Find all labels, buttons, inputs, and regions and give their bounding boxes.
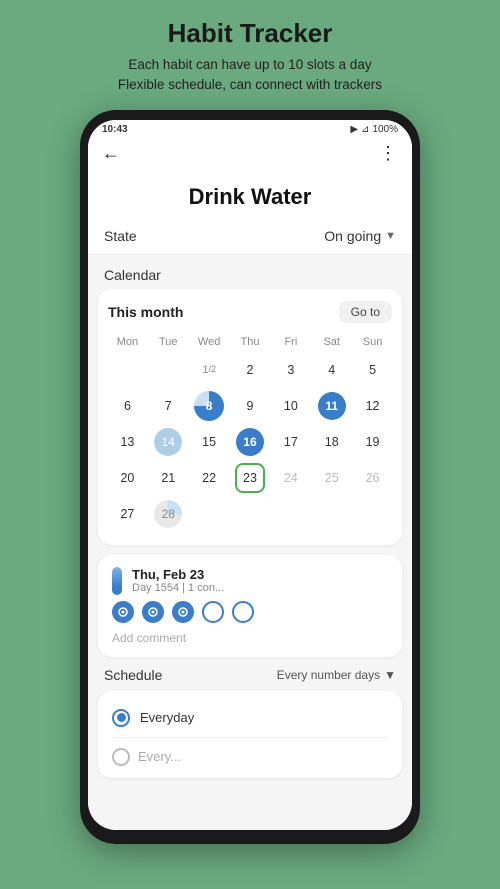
option-everyday-label: Everyday bbox=[140, 710, 194, 725]
dow-tue: Tue bbox=[149, 333, 188, 351]
cal-empty-1 bbox=[108, 353, 147, 387]
cal-day-22[interactable]: 22 bbox=[190, 461, 229, 495]
day-date: Thu, Feb 23 bbox=[132, 567, 388, 582]
schedule-option-every2[interactable]: Every... bbox=[112, 744, 388, 770]
cal-day-1-2[interactable]: 1/2 bbox=[190, 353, 229, 387]
schedule-dropdown-arrow-icon: ▼ bbox=[384, 668, 396, 682]
cal-day-11[interactable]: 11 bbox=[312, 389, 351, 423]
day-detail-card: Thu, Feb 23 Day 1554 | 1 con... bbox=[98, 555, 402, 657]
slot-row bbox=[112, 601, 388, 623]
wifi-icon: ⊿ bbox=[361, 124, 369, 135]
radio-every2 bbox=[112, 748, 130, 766]
dow-mon: Mon bbox=[108, 333, 147, 351]
cal-day-25[interactable]: 25 bbox=[312, 461, 351, 495]
cal-day-7[interactable]: 7 bbox=[149, 389, 188, 423]
cal-day-27[interactable]: 27 bbox=[108, 497, 147, 531]
cal-day-18[interactable]: 18 bbox=[312, 425, 351, 459]
calendar-section-label: Calendar bbox=[88, 255, 412, 289]
battery-label: 100% bbox=[372, 124, 398, 135]
cal-day-15[interactable]: 15 bbox=[190, 425, 229, 459]
status-time: 10:43 bbox=[102, 124, 128, 135]
calendar-card: This month Go to Mon Tue Wed Thu Fri Sat… bbox=[98, 289, 402, 545]
phone-wrap: 10:43 ▶ ⊿ 100% ← ⋮ Drink Water State On … bbox=[80, 110, 420, 844]
goto-button[interactable]: Go to bbox=[339, 301, 392, 323]
cal-day-28[interactable]: 28 bbox=[149, 497, 188, 531]
cal-day-20[interactable]: 20 bbox=[108, 461, 147, 495]
cal-day-13[interactable]: 13 bbox=[108, 425, 147, 459]
option-every2-label: Every... bbox=[138, 749, 181, 764]
dow-sun: Sun bbox=[353, 333, 392, 351]
dow-thu: Thu bbox=[231, 333, 270, 351]
cal-day-9[interactable]: 9 bbox=[231, 389, 270, 423]
day-detail-header: Thu, Feb 23 Day 1554 | 1 con... bbox=[112, 567, 388, 595]
schedule-dropdown[interactable]: Every number days ▼ bbox=[277, 668, 396, 682]
status-bar: 10:43 ▶ ⊿ 100% bbox=[88, 120, 412, 137]
slot-5[interactable] bbox=[232, 601, 254, 623]
cal-day-4[interactable]: 4 bbox=[312, 353, 351, 387]
app-header: Habit Tracker Each habit can have up to … bbox=[88, 0, 412, 110]
cal-day-12[interactable]: 12 bbox=[353, 389, 392, 423]
screen-content: Drink Water State On going ▼ Calendar Th… bbox=[88, 170, 412, 830]
day-sub: Day 1554 | 1 con... bbox=[132, 582, 388, 594]
radio-everyday bbox=[112, 709, 130, 727]
slot-3[interactable] bbox=[172, 601, 194, 623]
habit-title: Drink Water bbox=[88, 170, 412, 220]
calendar-month: This month bbox=[108, 304, 183, 320]
schedule-option-everyday[interactable]: Everyday bbox=[112, 705, 388, 731]
schedule-row: Schedule Every number days ▼ bbox=[98, 667, 402, 683]
schedule-card: Everyday Every... bbox=[98, 691, 402, 778]
thermometer-icon bbox=[112, 567, 122, 595]
cal-day-21[interactable]: 21 bbox=[149, 461, 188, 495]
cal-day-6[interactable]: 6 bbox=[108, 389, 147, 423]
phone-inner: 10:43 ▶ ⊿ 100% ← ⋮ Drink Water State On … bbox=[88, 120, 412, 830]
add-comment[interactable]: Add comment bbox=[112, 631, 388, 645]
calendar-grid: Mon Tue Wed Thu Fri Sat Sun 1/2 2 3 4 5 bbox=[108, 333, 392, 531]
cal-day-24[interactable]: 24 bbox=[271, 461, 310, 495]
dow-sat: Sat bbox=[312, 333, 351, 351]
cal-empty-5 bbox=[271, 497, 310, 531]
state-dropdown[interactable]: On going ▼ bbox=[324, 228, 396, 244]
cal-day-26[interactable]: 26 bbox=[353, 461, 392, 495]
status-right: ▶ ⊿ 100% bbox=[350, 124, 398, 135]
cal-day-2[interactable]: 2 bbox=[231, 353, 270, 387]
app-title: Habit Tracker bbox=[118, 18, 382, 49]
cal-empty-3 bbox=[190, 497, 229, 531]
schedule-dropdown-value: Every number days bbox=[277, 668, 380, 682]
back-button[interactable]: ← bbox=[102, 143, 120, 164]
cal-empty-2 bbox=[149, 353, 188, 387]
cal-day-17[interactable]: 17 bbox=[271, 425, 310, 459]
radio-inner-everyday bbox=[117, 713, 126, 722]
app-subtitle: Each habit can have up to 10 slots a day… bbox=[118, 55, 382, 96]
slot-2[interactable] bbox=[142, 601, 164, 623]
schedule-divider bbox=[112, 737, 388, 738]
cal-empty-6 bbox=[312, 497, 351, 531]
schedule-section: Schedule Every number days ▼ Everyday bbox=[88, 667, 412, 778]
state-label: State bbox=[104, 228, 137, 244]
state-row: State On going ▼ bbox=[88, 220, 412, 255]
schedule-label: Schedule bbox=[104, 667, 162, 683]
cal-day-23-today[interactable]: 23 bbox=[235, 463, 265, 493]
cal-day-3[interactable]: 3 bbox=[271, 353, 310, 387]
cal-day-19[interactable]: 19 bbox=[353, 425, 392, 459]
cal-day-8[interactable]: 8 bbox=[190, 389, 229, 423]
dow-wed: Wed bbox=[190, 333, 229, 351]
cal-day-14[interactable]: 14 bbox=[149, 425, 188, 459]
cal-empty-4 bbox=[231, 497, 270, 531]
cal-day-10[interactable]: 10 bbox=[271, 389, 310, 423]
dow-fri: Fri bbox=[271, 333, 310, 351]
slot-4[interactable] bbox=[202, 601, 224, 623]
calendar-header: This month Go to bbox=[108, 301, 392, 323]
cal-day-5[interactable]: 5 bbox=[353, 353, 392, 387]
more-button[interactable]: ⋮ bbox=[379, 143, 398, 164]
nav-bar: ← ⋮ bbox=[88, 137, 412, 170]
day-detail-info: Thu, Feb 23 Day 1554 | 1 con... bbox=[132, 567, 388, 594]
signal-icon: ▶ bbox=[350, 124, 358, 135]
dropdown-arrow-icon: ▼ bbox=[385, 230, 396, 242]
cal-empty-7 bbox=[353, 497, 392, 531]
slot-1[interactable] bbox=[112, 601, 134, 623]
state-value: On going bbox=[324, 228, 381, 244]
cal-day-16[interactable]: 16 bbox=[231, 425, 270, 459]
